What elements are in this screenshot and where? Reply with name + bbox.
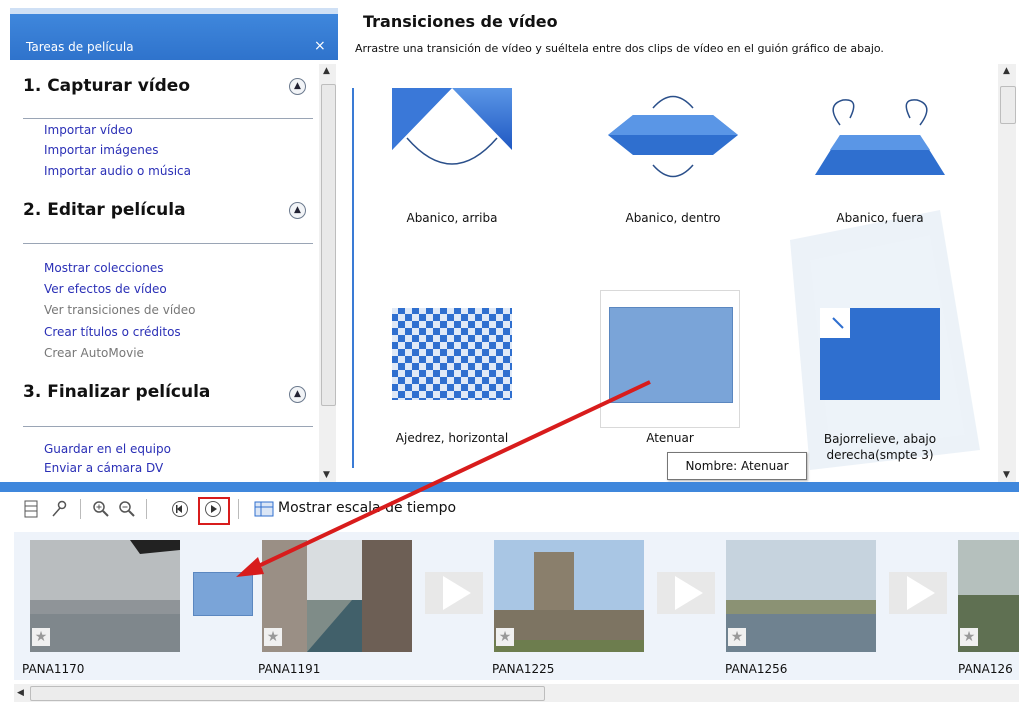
clip-name: PANA1256 [725, 662, 788, 676]
panel-title: Transiciones de vídeo [363, 12, 558, 31]
star-icon: ★ [264, 628, 282, 646]
transition-item[interactable] [805, 80, 955, 200]
transition-label: Atenuar [646, 431, 694, 445]
panel-border [352, 88, 354, 468]
divider [23, 426, 313, 427]
task-link[interactable]: Guardar en el equipo [44, 442, 171, 456]
divider [23, 243, 313, 244]
section-title-edit[interactable]: 2. Editar película [23, 200, 186, 220]
clip-name: PANA126 [958, 662, 1013, 676]
divider [23, 118, 313, 119]
task-link[interactable]: Enviar a cámara DV [44, 461, 163, 475]
transition-item[interactable] [598, 80, 748, 200]
star-icon: ★ [496, 628, 514, 646]
zoom-in-icon[interactable] [92, 500, 110, 518]
tooltip: Nombre: Atenuar [667, 452, 807, 480]
scrollbar-thumb[interactable] [30, 686, 545, 701]
transition-label: Abanico, arriba [406, 211, 498, 225]
fade-transition-icon [609, 307, 733, 403]
collapse-icon[interactable]: ▲ [289, 78, 306, 95]
transition-item[interactable] [377, 300, 527, 410]
scroll-up-icon[interactable]: ▲ [1003, 66, 1010, 76]
clip-name: PANA1225 [492, 662, 555, 676]
close-icon[interactable]: × [314, 38, 326, 54]
separator [80, 499, 81, 519]
play-icon[interactable] [204, 500, 222, 518]
task-link[interactable]: Importar vídeo [44, 123, 133, 137]
section-title-finish[interactable]: 3. Finalizar película [23, 382, 210, 402]
transition-label: Ajedrez, horizontal [395, 431, 509, 445]
pane-divider[interactable] [0, 482, 1019, 492]
audio-levels-icon[interactable] [50, 500, 68, 518]
clip-thumbnail[interactable] [494, 540, 644, 652]
fan-out-transition-icon [815, 99, 945, 175]
panel-subtitle: Arrastre una transición de vídeo y suélt… [355, 42, 884, 55]
transition-label: Bajorrelieve, abajo derecha(smpte 3) [823, 432, 937, 462]
zoom-out-icon[interactable] [118, 500, 136, 518]
star-icon: ★ [728, 628, 746, 646]
checkerboard-transition-icon [392, 308, 512, 400]
empty-transition-slot[interactable] [425, 572, 483, 614]
clip-thumbnail[interactable] [726, 540, 876, 652]
clip-name: PANA1191 [258, 662, 321, 676]
fan-in-transition-icon [608, 95, 738, 178]
clip-name: PANA1170 [22, 662, 85, 676]
task-link[interactable]: Importar imágenes [44, 143, 159, 157]
empty-transition-slot[interactable] [657, 572, 715, 614]
transition-item[interactable] [377, 80, 527, 200]
collapse-icon[interactable]: ▲ [289, 386, 306, 403]
collapse-icon[interactable]: ▲ [289, 202, 306, 219]
separator [238, 499, 239, 519]
transition-item[interactable] [805, 300, 955, 410]
fade-transition-slot[interactable] [193, 572, 253, 616]
scrollbar-thumb[interactable] [321, 84, 336, 406]
empty-transition-slot[interactable] [889, 572, 947, 614]
task-link[interactable]: Ver efectos de vídeo [44, 282, 167, 296]
transition-label: Abanico, fuera [836, 211, 924, 225]
rewind-icon[interactable] [171, 500, 189, 518]
task-link[interactable]: Crear títulos o créditos [44, 325, 181, 339]
storyboard-toolbar [0, 492, 1019, 528]
section-title-capture[interactable]: 1. Capturar vídeo [23, 76, 190, 96]
timeline-icon[interactable] [254, 500, 274, 518]
scroll-down-icon[interactable]: ▼ [323, 470, 330, 480]
scroll-down-icon[interactable]: ▼ [1003, 470, 1010, 480]
transition-label: Abanico, dentro [625, 211, 721, 225]
separator [146, 499, 147, 519]
task-link[interactable]: Importar audio o música [44, 164, 191, 178]
task-link-disabled: Crear AutoMovie [44, 346, 144, 360]
task-link[interactable]: Mostrar colecciones [44, 261, 163, 275]
storyboard-icon[interactable] [22, 500, 40, 518]
clip-thumbnail[interactable] [30, 540, 180, 652]
star-icon: ★ [32, 628, 50, 646]
task-pane [0, 0, 345, 488]
clip-thumbnail[interactable] [262, 540, 412, 652]
scroll-up-icon[interactable]: ▲ [323, 66, 330, 76]
fan-up-transition-icon [392, 88, 512, 165]
task-link-disabled: Ver transiciones de vídeo [44, 303, 196, 317]
show-timeline-button[interactable]: Mostrar escala de tiempo [278, 500, 456, 516]
star-icon: ★ [960, 628, 978, 646]
transitions-scrollbar[interactable] [998, 64, 1016, 482]
task-pane-title: Tareas de película [26, 40, 134, 54]
scroll-left-icon[interactable]: ◀ [17, 688, 24, 698]
scrollbar-thumb[interactable] [1000, 86, 1016, 124]
emboss-transition-icon [820, 308, 940, 400]
transition-item-selected[interactable] [600, 290, 740, 428]
